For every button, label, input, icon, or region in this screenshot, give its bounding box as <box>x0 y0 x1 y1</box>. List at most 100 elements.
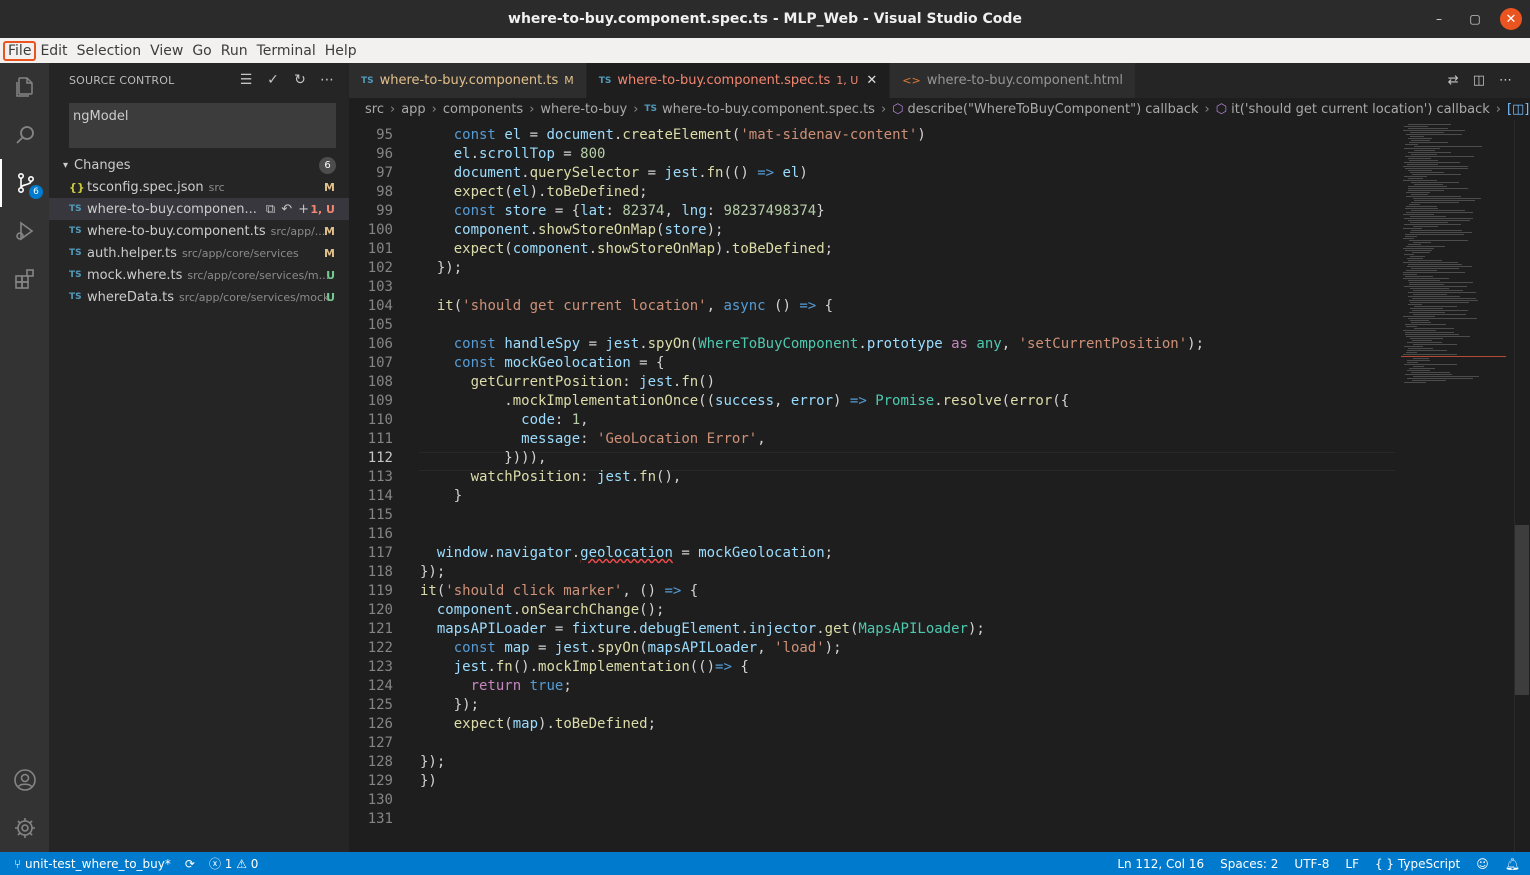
problems-indicator[interactable]: ⓧ 1 ⚠ 0 <box>209 855 258 872</box>
changes-group-header[interactable]: ▾ Changes 6 <box>49 154 349 176</box>
open-changes-icon[interactable]: ⇄ <box>1448 73 1459 88</box>
breadcrumb-item[interactable]: components <box>443 102 523 117</box>
open-file-icon[interactable]: ⧉ <box>266 202 275 217</box>
status-bar: ⑂ unit-test_where_to_buy* ⟳ ⓧ 1 ⚠ 0 Ln 1… <box>0 852 1530 875</box>
code-line: 102 }); <box>349 259 1399 278</box>
changed-file-row[interactable]: {} tsconfig.spec.json src M <box>49 176 349 198</box>
minimap-line <box>1408 296 1460 297</box>
explorer-activity[interactable] <box>0 63 49 111</box>
discard-changes-icon[interactable]: ↶ <box>281 202 292 217</box>
view-as-tree-icon[interactable]: ☰ <box>238 72 254 88</box>
split-editor-icon[interactable]: ◫ <box>1473 73 1485 88</box>
indentation[interactable]: Spaces: 2 <box>1220 857 1278 871</box>
code-line: 123 jest.fn().mockImplementation(()=> { <box>349 658 1399 677</box>
more-actions-icon[interactable]: ⋯ <box>1499 73 1512 88</box>
line-number: 117 <box>367 545 393 561</box>
manage-activity[interactable] <box>0 804 49 852</box>
tab-component-spec-ts[interactable]: TS where-to-buy.component.spec.ts 1, U ✕ <box>586 63 891 98</box>
line-number: 120 <box>367 602 393 618</box>
minimize-button[interactable]: – <box>1428 8 1450 30</box>
more-actions-icon[interactable]: ⋯ <box>319 72 335 88</box>
search-activity[interactable] <box>0 111 49 159</box>
breadcrumb-symbol[interactable]: describe("WhereToBuyComponent") callback <box>908 102 1199 117</box>
feedback-icon[interactable]: ☺ <box>1476 857 1489 871</box>
minimap-line <box>1412 252 1430 253</box>
notifications-icon[interactable]: 🔔︎ <box>1505 857 1520 871</box>
minimap-line <box>1405 374 1452 375</box>
close-window-button[interactable]: ✕ <box>1500 8 1522 30</box>
menu-run[interactable]: Run <box>217 42 252 60</box>
refresh-icon[interactable]: ↻ <box>292 72 308 88</box>
line-number: 114 <box>367 488 393 504</box>
minimap[interactable] <box>1399 120 1514 852</box>
editor-actions: ⇄ ◫ ⋯ <box>1448 73 1512 88</box>
tab-component-ts[interactable]: TS where-to-buy.component.ts M <box>349 63 587 98</box>
minimap-line <box>1403 214 1434 215</box>
minimap-line <box>1410 172 1444 173</box>
line-number: 104 <box>367 298 393 314</box>
menu-file[interactable]: File <box>2 40 37 61</box>
code-line: 104 it('should get current location', as… <box>349 297 1399 316</box>
tab-label: where-to-buy.component.ts <box>379 73 559 88</box>
vertical-scrollbar[interactable] <box>1514 120 1530 852</box>
method-icon: ⬡ <box>892 101 904 117</box>
changed-file-row[interactable]: TS mock.where.ts src/app/core/services/m… <box>49 264 349 286</box>
minimap-line <box>1411 154 1437 155</box>
breadcrumb-symbol[interactable]: it('should get current location') callba… <box>1231 102 1490 117</box>
menu-selection[interactable]: Selection <box>73 42 146 60</box>
close-tab-icon[interactable]: ✕ <box>866 73 877 88</box>
commit-message-input[interactable]: ngModel <box>69 103 336 148</box>
cursor-position[interactable]: Ln 112, Col 16 <box>1117 857 1204 871</box>
accounts-activity[interactable] <box>0 756 49 804</box>
breadcrumb-item[interactable]: src <box>365 102 384 117</box>
changed-file-row[interactable]: TS auth.helper.ts src/app/core/services … <box>49 242 349 264</box>
menu-help[interactable]: Help <box>321 42 361 60</box>
changed-file-row[interactable]: TS where-to-buy.component.ts src/app/...… <box>49 220 349 242</box>
end-of-line[interactable]: LF <box>1345 857 1359 871</box>
run-debug-icon <box>15 221 33 241</box>
code-line: 124 return true; <box>349 677 1399 696</box>
minimap-line <box>1404 346 1423 347</box>
run-debug-activity[interactable] <box>0 207 49 255</box>
changed-file-row[interactable]: TS where-to-buy.componen... ⧉ ↶ + 1, U <box>49 198 349 220</box>
language-mode[interactable]: { } TypeScript <box>1375 857 1460 871</box>
code-editor[interactable]: 95 const el = document.createElement('ma… <box>349 120 1399 852</box>
code-line: 107 const mockGeolocation = { <box>349 354 1399 373</box>
changed-file-row[interactable]: TS whereData.ts src/app/core/services/mo… <box>49 286 349 308</box>
breadcrumb-item[interactable]: where-to-buy <box>540 102 627 117</box>
minimap-line <box>1405 208 1438 209</box>
file-status: 1, U <box>310 202 335 216</box>
file-path: src/app/... <box>270 224 326 238</box>
code-line: 108 getCurrentPosition: jest.fn() <box>349 373 1399 392</box>
scrollbar-thumb[interactable] <box>1515 525 1529 695</box>
code-line: 117 window.navigator.geolocation = mockG… <box>349 544 1399 563</box>
ts-file-icon: TS <box>361 75 374 86</box>
stage-changes-icon[interactable]: + <box>298 202 309 217</box>
minimap-line <box>1413 294 1447 295</box>
tab-component-html[interactable]: <> where-to-buy.component.html <box>890 63 1137 98</box>
source-control-activity[interactable]: 6 <box>0 159 49 207</box>
line-number: 127 <box>367 735 393 751</box>
code-line: 125 }); <box>349 696 1399 715</box>
code-line: 128}); <box>349 753 1399 772</box>
minimap-line <box>1403 130 1465 131</box>
sync-icon[interactable]: ⟳ <box>185 857 195 871</box>
code-line: 115 <box>349 506 1399 525</box>
encoding[interactable]: UTF-8 <box>1294 857 1329 871</box>
menu-go[interactable]: Go <box>188 42 215 60</box>
minimap-line <box>1413 366 1424 367</box>
minimap-line <box>1407 258 1423 259</box>
menu-terminal[interactable]: Terminal <box>253 42 320 60</box>
menu-view[interactable]: View <box>146 42 187 60</box>
menu-edit[interactable]: Edit <box>36 42 71 60</box>
minimap-line <box>1403 274 1417 275</box>
minimap-line <box>1404 224 1461 225</box>
git-branch[interactable]: ⑂ unit-test_where_to_buy* <box>14 857 171 871</box>
extensions-activity[interactable] <box>0 255 49 303</box>
commit-check-icon[interactable]: ✓ <box>265 72 281 88</box>
minimap-line <box>1406 192 1430 193</box>
breadcrumb-file[interactable]: where-to-buy.component.spec.ts <box>662 102 875 117</box>
code-line: 131 <box>349 810 1399 829</box>
maximize-button[interactable]: ▢ <box>1464 8 1486 30</box>
breadcrumb-item[interactable]: app <box>401 102 425 117</box>
